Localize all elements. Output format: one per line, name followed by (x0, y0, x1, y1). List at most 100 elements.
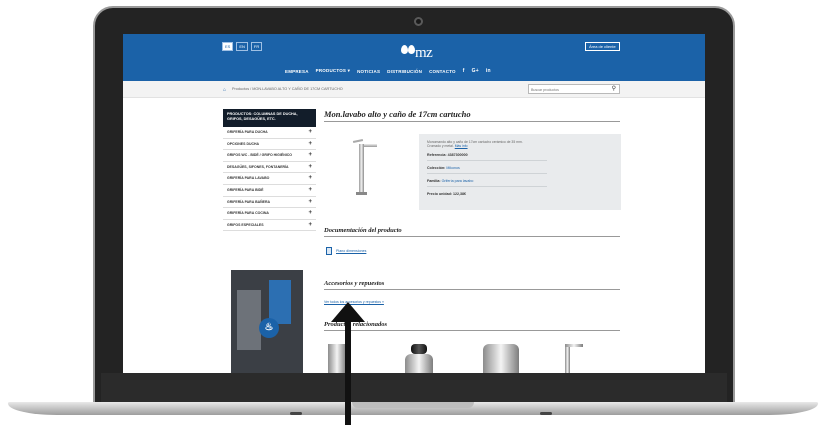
sidebar-item[interactable]: GRIFERÍA PARA BAÑERA + (223, 196, 316, 209)
breadcrumb[interactable]: Productos / MON.LAVABO ALTO Y CAÑO DE 17… (232, 87, 343, 91)
home-icon[interactable]: ⌂ (223, 87, 226, 93)
laptop-foot (540, 412, 552, 415)
related-product-image[interactable] (483, 344, 519, 373)
document-icon (326, 247, 332, 255)
divider (324, 289, 620, 290)
nav-item-noticias[interactable]: NOTICIAS (357, 69, 380, 74)
family-row: Familia: Grifería para lavabo (427, 179, 613, 183)
plus-icon[interactable]: + (308, 199, 312, 205)
documentation-section: Documentación del producto (324, 227, 620, 237)
plus-icon[interactable]: + (308, 141, 312, 147)
faucet-lever (352, 138, 364, 144)
related-product-image[interactable] (561, 344, 587, 373)
divider (324, 330, 620, 331)
sidebar-item-label: GRIFERÍA PARA COCINA (227, 211, 269, 216)
brand-logo[interactable]: mz (399, 39, 439, 61)
sidebar-item-label: GRIFOS WC - BIDÉ / GRIFO HIGIÉNICO (227, 153, 292, 158)
laptop-foot (290, 412, 302, 415)
divider (427, 186, 547, 188)
plus-icon[interactable]: + (308, 187, 312, 193)
plus-icon[interactable]: + (308, 152, 312, 158)
family-link[interactable]: Grifería para lavabo (442, 179, 474, 183)
sidebar-item[interactable]: GRIFOS WC - BIDÉ / GRIFO HIGIÉNICO + (223, 150, 316, 162)
nav-item-empresa[interactable]: EMPRESA (285, 69, 309, 74)
language-switcher: ES EN FR (222, 42, 263, 51)
nav-item-label: PRODUCTOS (315, 68, 347, 73)
laptop-screen: ES EN FR mz Área de cliente EMPRESA PROD… (123, 34, 705, 373)
page-title: Mon.lavabo alto y caño de 17cm cartucho (324, 109, 471, 119)
related-product-image[interactable] (328, 344, 346, 373)
product-info-box: Monomando alto y caño de 17cm cartucho c… (419, 134, 621, 210)
lang-fr[interactable]: FR (250, 42, 263, 51)
faucet-body (359, 144, 364, 192)
product-header: Mon.lavabo alto y caño de 17cm cartucho (324, 109, 620, 122)
collection-label: Colección: (427, 166, 446, 171)
breadcrumb-bar: ⌂ Productos / MON.LAVABO ALTO Y CAÑO DE … (123, 81, 705, 98)
search-icon[interactable]: ⚲ (612, 86, 616, 93)
sidebar-item[interactable]: GRIFERÍA PARA COCINA + (223, 208, 316, 220)
promo-banner[interactable]: ♨ (231, 270, 303, 373)
section-title: Accesorios y repuestos (324, 280, 385, 287)
divider (324, 121, 620, 122)
sidebar-item-label: GRIFERÍA PARA BAÑERA (227, 199, 271, 204)
sidebar-item-label: GRIFERÍA PARA LAVABO (227, 176, 270, 181)
faucet-spout (565, 344, 583, 347)
more-info-link[interactable]: Más info (455, 144, 468, 148)
description-text: Monomando alto y caño de 17cm cartucho c… (427, 140, 523, 149)
google-plus-icon[interactable]: G+ (472, 68, 479, 74)
lang-en[interactable]: EN (236, 42, 248, 51)
sidebar-item[interactable]: OPCIONES DUCHA + (223, 138, 316, 151)
facebook-icon[interactable]: f (463, 68, 465, 74)
faucet-body (565, 344, 570, 373)
laptop-notch (352, 402, 474, 408)
plus-icon[interactable]: + (308, 210, 312, 216)
collection-link[interactable]: Mikonos (446, 166, 459, 170)
category-sidebar: PRODUCTOS: COLUMNAS DE DUCHA, GRIFOS, DE… (223, 109, 316, 232)
plus-icon[interactable]: + (308, 175, 312, 181)
sidebar-item-label: OPCIONES DUCHA (227, 141, 260, 146)
sidebar-item[interactable]: GRIFERÍA PARA LAVABO + (223, 173, 316, 185)
shower-icon: ♨ (259, 318, 279, 338)
sidebar-item[interactable]: GRIFERÍA PARA DUCHA + (223, 127, 316, 139)
sidebar-item-label: GRIFERÍA PARA BIDÉ (227, 187, 264, 192)
faucet-handle (411, 344, 427, 354)
accessories-section: Accesorios y repuestos (324, 280, 620, 290)
related-section: Productos relacionados (324, 321, 620, 331)
sidebar-item[interactable]: GRIFOS ESPECIALES + (223, 219, 316, 232)
plus-icon[interactable]: + (308, 129, 312, 135)
laptop-bezel (101, 373, 727, 405)
sidebar-item-label: GRIFERÍA PARA DUCHA (227, 130, 268, 134)
reference-row: Referencia: 4387300000 (427, 153, 613, 157)
nav-item-productos[interactable]: PRODUCTOS ▾ (316, 68, 350, 74)
linkedin-icon[interactable]: in (486, 68, 491, 74)
sidebar-item[interactable]: DESAGÜES, SIFONES, FONTANERÍA + (223, 161, 316, 174)
lang-es[interactable]: ES (222, 42, 234, 51)
section-title: Productos relacionados (324, 321, 388, 328)
drop-icon (408, 45, 415, 54)
search-input[interactable] (531, 86, 607, 93)
price-value: 122,38€ (452, 192, 466, 197)
sidebar-title: PRODUCTOS: COLUMNAS DE DUCHA, GRIFOS, DE… (223, 109, 316, 127)
plus-icon[interactable]: + (308, 222, 312, 228)
related-product-image[interactable] (399, 344, 439, 373)
document-link[interactable]: Plano dimensiones (326, 247, 366, 255)
site-header: ES EN FR mz Área de cliente EMPRESA PROD… (123, 34, 705, 81)
plus-icon[interactable]: + (308, 164, 312, 170)
camera-icon (414, 17, 423, 26)
main-nav: EMPRESA PRODUCTOS ▾ NOTICIAS DISTRIBUCIÓ… (285, 68, 491, 74)
product-image[interactable] (341, 134, 381, 204)
faucet-body (405, 354, 433, 373)
divider (427, 173, 547, 175)
nav-item-distribucion[interactable]: DISTRIBUCIÓN (387, 69, 422, 74)
collection-row: Colección: Mikonos (427, 166, 613, 170)
divider (427, 160, 547, 162)
drop-icon (401, 45, 408, 54)
product-description: Monomando alto y caño de 17cm cartucho c… (427, 140, 533, 148)
client-area-button[interactable]: Área de cliente (585, 42, 620, 51)
divider (324, 236, 620, 237)
section-title: Documentación del producto (324, 227, 402, 234)
sidebar-item[interactable]: GRIFERÍA PARA BIDÉ + (223, 184, 316, 197)
nav-item-contacto[interactable]: CONTACTO (429, 69, 456, 74)
search-box: ⚲ (528, 84, 620, 94)
price-label: Precio unidad: (427, 192, 452, 197)
